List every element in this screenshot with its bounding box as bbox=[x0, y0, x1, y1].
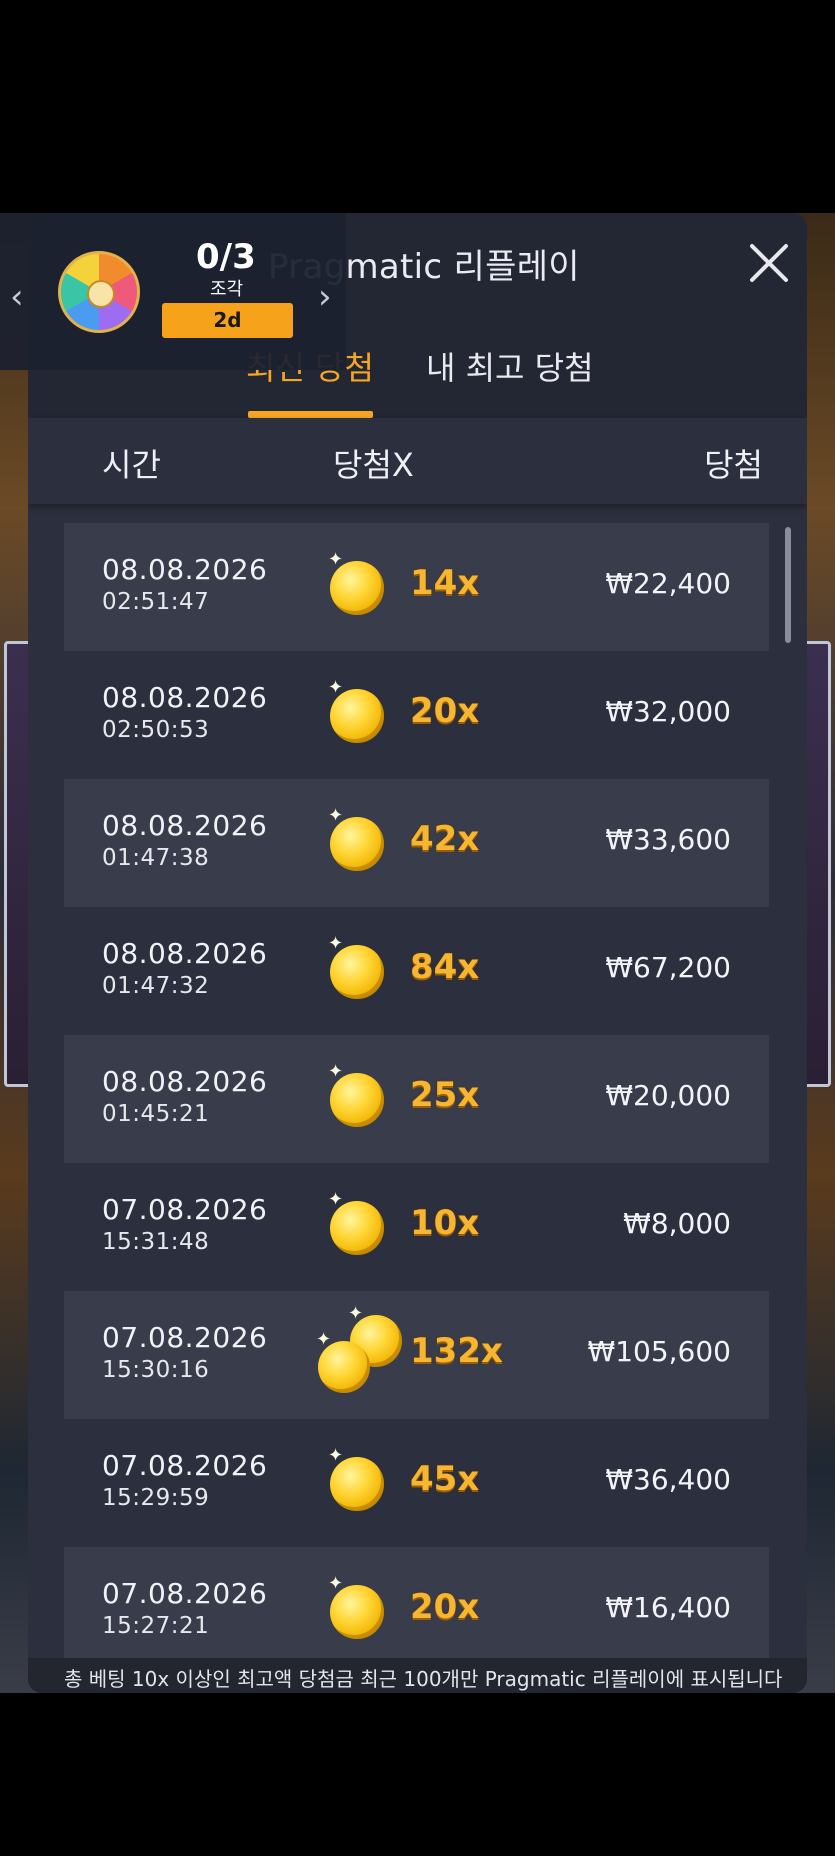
timer-badge: 2d bbox=[162, 303, 293, 338]
row-time: 15:31:48 bbox=[102, 1229, 210, 1255]
win-row[interactable]: 07.08.2026 15:29:59 45x ₩36,400 bbox=[64, 1419, 769, 1547]
row-multiplier: 10x bbox=[410, 1203, 480, 1243]
row-time: 01:47:32 bbox=[102, 973, 210, 999]
wheel-hub bbox=[87, 280, 115, 308]
close-icon[interactable] bbox=[745, 239, 793, 287]
row-multiplier: 45x bbox=[410, 1459, 480, 1499]
win-row[interactable]: 07.08.2026 15:30:16 132x ₩105,600 bbox=[64, 1291, 769, 1419]
row-amount: ₩67,200 bbox=[605, 951, 731, 984]
row-amount: ₩22,400 bbox=[605, 567, 731, 600]
coin-icon bbox=[328, 1189, 384, 1255]
active-tab-indicator bbox=[248, 411, 373, 418]
win-row[interactable]: 08.08.2026 01:47:38 42x ₩33,600 bbox=[64, 779, 769, 907]
row-time: 01:47:38 bbox=[102, 845, 210, 871]
row-multiplier: 20x bbox=[410, 691, 480, 731]
coin-icon bbox=[328, 805, 384, 871]
replay-panel: Pragmatic 리플레이 최신 당첨 내 최고 당첨 시간 당첨X 당첨 0… bbox=[28, 213, 807, 1693]
row-multiplier: 42x bbox=[410, 819, 480, 859]
row-date: 07.08.2026 bbox=[102, 1193, 268, 1226]
tab-my-best-wins[interactable]: 내 최고 당첨 bbox=[426, 343, 594, 389]
row-date: 08.08.2026 bbox=[102, 681, 268, 714]
row-amount: ₩33,600 bbox=[605, 823, 731, 856]
list-scrollbar[interactable] bbox=[785, 527, 791, 643]
row-multiplier: 132x bbox=[410, 1331, 503, 1371]
row-date: 08.08.2026 bbox=[102, 809, 268, 842]
row-date: 08.08.2026 bbox=[102, 553, 268, 586]
coin-icon bbox=[328, 933, 384, 999]
coin-icon bbox=[328, 677, 384, 743]
row-multiplier: 20x bbox=[410, 1587, 480, 1627]
row-amount: ₩8,000 bbox=[623, 1207, 731, 1240]
row-time: 01:45:21 bbox=[102, 1101, 210, 1127]
row-date: 08.08.2026 bbox=[102, 1065, 268, 1098]
win-row[interactable]: 08.08.2026 01:47:32 84x ₩67,200 bbox=[64, 907, 769, 1035]
chevron-right-icon[interactable]: › bbox=[318, 277, 332, 317]
row-multiplier: 25x bbox=[410, 1075, 480, 1115]
row-time: 02:51:47 bbox=[102, 589, 210, 615]
column-header-time: 시간 bbox=[102, 446, 161, 484]
column-header-win: 당첨 bbox=[704, 446, 763, 484]
win-row[interactable]: 07.08.2026 15:31:48 10x ₩8,000 bbox=[64, 1163, 769, 1291]
row-amount: ₩36,400 bbox=[605, 1463, 731, 1496]
row-date: 07.08.2026 bbox=[102, 1577, 268, 1610]
fragment-wheel-widget[interactable]: ‹ 0/3 조각 2d › bbox=[0, 213, 346, 370]
win-row[interactable]: 07.08.2026 15:27:21 20x ₩16,400 bbox=[64, 1547, 769, 1675]
row-time: 15:27:21 bbox=[102, 1613, 210, 1639]
coin-icon bbox=[328, 1445, 384, 1511]
coin-icon bbox=[316, 1329, 370, 1393]
row-time: 15:30:16 bbox=[102, 1357, 210, 1383]
win-row[interactable]: 08.08.2026 01:45:21 25x ₩20,000 bbox=[64, 1035, 769, 1163]
row-time: 15:29:59 bbox=[102, 1485, 210, 1511]
row-date: 07.08.2026 bbox=[102, 1449, 268, 1482]
row-amount: ₩32,000 bbox=[605, 695, 731, 728]
row-amount: ₩20,000 bbox=[605, 1079, 731, 1112]
row-time: 02:50:53 bbox=[102, 717, 210, 743]
fragment-label: 조각 bbox=[210, 279, 244, 300]
chevron-left-icon[interactable]: ‹ bbox=[10, 277, 24, 317]
win-row[interactable]: 08.08.2026 02:51:47 14x ₩22,400 bbox=[64, 523, 769, 651]
win-row[interactable]: 08.08.2026 02:50:53 20x ₩32,000 bbox=[64, 651, 769, 779]
coin-icon bbox=[328, 1061, 384, 1127]
footer: 총 베팅 10x 이상인 최고액 당첨금 최근 100개만 Pragmatic … bbox=[28, 1658, 807, 1693]
row-date: 07.08.2026 bbox=[102, 1321, 268, 1354]
coin-icon bbox=[328, 1573, 384, 1639]
row-date: 08.08.2026 bbox=[102, 937, 268, 970]
row-amount: ₩16,400 bbox=[605, 1591, 731, 1624]
row-multiplier: 14x bbox=[410, 563, 480, 603]
column-headers: 시간 당첨X 당첨 bbox=[28, 418, 807, 504]
column-header-multiplier: 당첨X bbox=[333, 446, 414, 484]
row-amount: ₩105,600 bbox=[587, 1335, 731, 1368]
row-multiplier: 84x bbox=[410, 947, 480, 987]
coin-icon bbox=[328, 549, 384, 615]
footer-note: 총 베팅 10x 이상인 최고액 당첨금 최근 100개만 Pragmatic … bbox=[64, 1667, 783, 1691]
fragment-count: 0/3 bbox=[196, 237, 256, 277]
